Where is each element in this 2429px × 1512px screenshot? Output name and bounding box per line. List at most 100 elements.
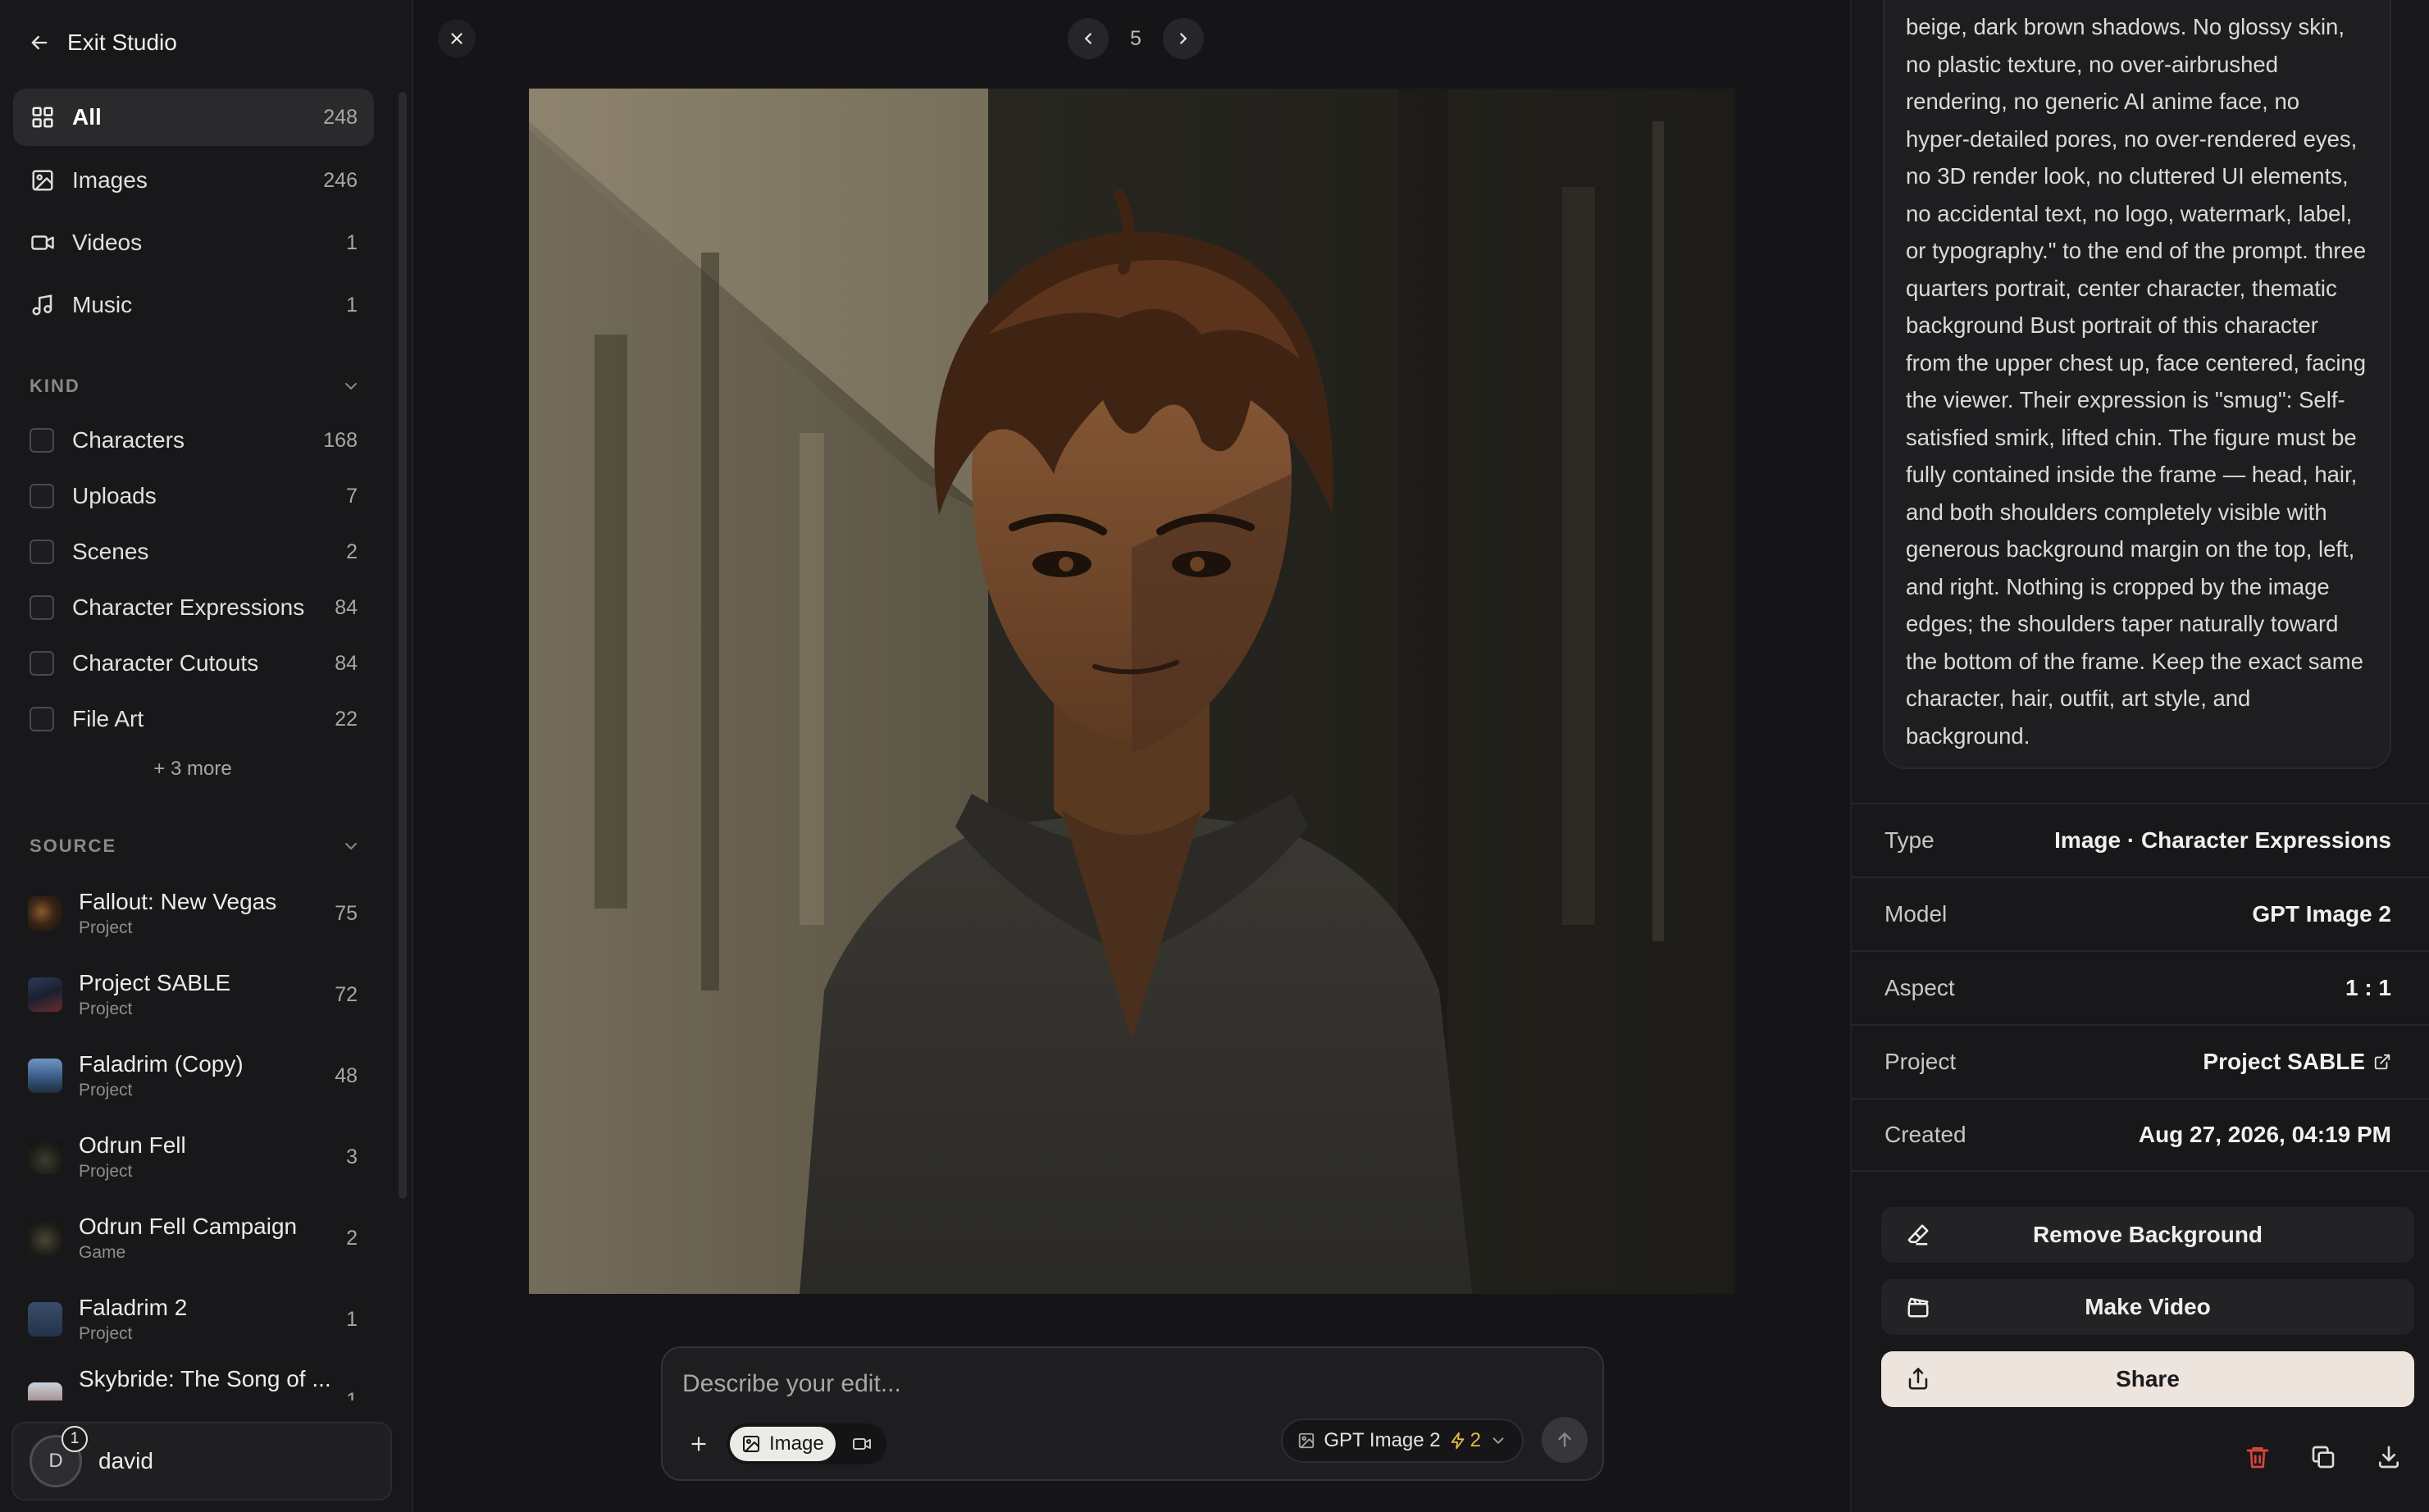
source-item-fallout-new-vegas[interactable]: Fallout: New Vegas Project 75 — [28, 881, 358, 946]
edit-prompt-input[interactable] — [682, 1366, 1568, 1402]
kind-item-character-cutouts[interactable]: Character Cutouts 84 — [30, 645, 358, 681]
source-item-faladrim-2[interactable]: Faladrim 2 Project 1 — [28, 1287, 358, 1352]
meta-value: GPT Image 2 — [2252, 901, 2391, 927]
meta-value: 1 : 1 — [2345, 975, 2391, 1000]
make-video-button[interactable]: Make Video — [1881, 1279, 2414, 1335]
nav-item-label: All — [72, 104, 102, 130]
add-attachment-button[interactable] — [679, 1424, 718, 1464]
chevron-down-icon[interactable] — [341, 836, 361, 856]
nav-item-music[interactable]: Music 1 — [13, 276, 374, 334]
source-name: Project SABLE — [79, 970, 231, 995]
chevron-down-icon[interactable] — [341, 376, 361, 396]
source-section-header[interactable]: SOURCE — [30, 831, 361, 861]
model-selector[interactable]: GPT Image 2 2 — [1281, 1419, 1524, 1463]
share-icon — [1906, 1367, 1930, 1391]
kind-item-file-art[interactable]: File Art 22 — [30, 701, 358, 737]
source-type: Project — [79, 1324, 133, 1343]
kind-item-count: 84 — [335, 595, 358, 619]
checkbox[interactable] — [30, 540, 54, 564]
image-icon — [1299, 1432, 1315, 1449]
nav-item-label: Music — [72, 292, 133, 317]
delete-button[interactable] — [2240, 1440, 2275, 1474]
source-item-project-sable[interactable]: Project SABLE Project 72 — [28, 962, 358, 1027]
source-name: Fallout: New Vegas — [79, 889, 277, 914]
kind-section-header[interactable]: KIND — [30, 371, 361, 401]
source-item-faladrim-copy[interactable]: Faladrim (Copy) Project 48 — [28, 1043, 358, 1109]
nav-item-count: 246 — [323, 168, 358, 192]
nav-item-count: 1 — [346, 230, 358, 254]
exit-studio-button[interactable]: Exit Studio — [28, 26, 177, 59]
kind-item-label: File Art — [72, 706, 144, 731]
kind-item-label: Character Expressions — [72, 594, 305, 620]
eraser-icon — [1906, 1223, 1930, 1247]
source-count: 75 — [335, 901, 358, 925]
kind-item-count: 2 — [346, 540, 358, 563]
source-name: Odrun Fell — [79, 1132, 186, 1158]
show-more-kinds-link[interactable]: + 3 more — [0, 758, 385, 781]
checkbox[interactable] — [30, 651, 54, 676]
source-item-odrun-fell-campaign[interactable]: Odrun Fell Campaign Game 2 — [28, 1205, 358, 1271]
details-panel: beige, dark brown shadows. No glossy ski… — [1850, 0, 2429, 1512]
image-mode-button[interactable]: Image — [730, 1427, 836, 1461]
lightning-icon — [1451, 1432, 1464, 1450]
source-count: 2 — [346, 1226, 358, 1250]
source-header-label: SOURCE — [30, 836, 117, 856]
source-item-odrun-fell[interactable]: Odrun Fell Project 3 — [28, 1124, 358, 1190]
checkbox[interactable] — [30, 428, 54, 453]
credit-cost: 2 — [1449, 1429, 1481, 1452]
meta-label: Aspect — [1884, 975, 1955, 1000]
duplicate-button[interactable] — [2306, 1440, 2340, 1474]
kind-item-count: 7 — [346, 484, 358, 508]
project-link[interactable]: Project SABLE — [2203, 1049, 2391, 1075]
previous-button[interactable] — [1068, 18, 1109, 59]
submit-edit-button[interactable] — [1542, 1417, 1588, 1463]
project-thumbnail — [28, 1302, 62, 1337]
checkbox[interactable] — [30, 707, 54, 731]
download-button[interactable] — [2372, 1440, 2406, 1474]
chevron-down-icon — [1492, 1437, 1504, 1445]
meta-row-aspect: Aspect 1 : 1 — [1852, 950, 2429, 1024]
nav-item-all[interactable]: All 248 — [13, 89, 374, 146]
meta-label: Created — [1884, 1122, 1966, 1147]
arrow-left-icon — [31, 35, 48, 50]
checkbox[interactable] — [30, 595, 54, 620]
meta-label: Type — [1884, 827, 1935, 853]
source-type: Project — [79, 1000, 133, 1018]
kind-item-label: Scenes — [72, 539, 149, 564]
share-button[interactable]: Share — [1881, 1351, 2414, 1407]
source-type: Project — [79, 1081, 133, 1100]
kind-item-characters[interactable]: Characters 168 — [30, 422, 358, 458]
composer-tools: Image — [679, 1423, 886, 1464]
nav-item-images[interactable]: Images 246 — [13, 152, 374, 209]
source-count: 1 — [346, 1389, 358, 1400]
source-type: Project — [79, 918, 133, 937]
prompt-text: beige, dark brown shadows. No glossy ski… — [1906, 14, 2367, 749]
arrow-up-icon — [1558, 1432, 1571, 1447]
project-thumbnail — [28, 1221, 62, 1255]
video-icon — [30, 230, 56, 256]
nav-item-videos[interactable]: Videos 1 — [13, 214, 374, 271]
checkbox[interactable] — [30, 484, 54, 508]
user-menu[interactable]: D 1 david — [11, 1422, 392, 1501]
next-button[interactable] — [1162, 18, 1204, 59]
video-mode-button[interactable] — [841, 1427, 883, 1461]
sidebar-scrollbar[interactable] — [399, 92, 407, 1199]
page-number: 5 — [1130, 26, 1142, 50]
kind-item-scenes[interactable]: Scenes 2 — [30, 534, 358, 570]
remove-background-button[interactable]: Remove Background — [1881, 1207, 2414, 1263]
nav-item-count: 248 — [323, 105, 358, 129]
kind-item-label: Character Cutouts — [72, 650, 259, 676]
video-icon — [852, 1438, 871, 1450]
kind-item-label: Uploads — [72, 483, 157, 508]
close-viewer-button[interactable] — [438, 20, 476, 57]
kind-header-label: KIND — [30, 376, 80, 396]
meta-row-type: Type Image · Character Expressions — [1852, 803, 2429, 877]
external-link-icon — [2374, 1054, 2390, 1070]
sidebar: Exit Studio All 248 Images 246 Videos 1 … — [0, 0, 413, 1512]
meta-value: Aug 27, 2026, 04:19 PM — [2138, 1122, 2391, 1147]
source-item-skybride[interactable]: Skybride: The Song of ... 1 — [28, 1366, 358, 1400]
kind-item-character-expressions[interactable]: Character Expressions 84 — [30, 590, 358, 626]
source-name: Skybride: The Song of ... — [79, 1366, 331, 1391]
kind-item-uploads[interactable]: Uploads 7 — [30, 478, 358, 514]
notification-badge: 1 — [62, 1426, 88, 1452]
